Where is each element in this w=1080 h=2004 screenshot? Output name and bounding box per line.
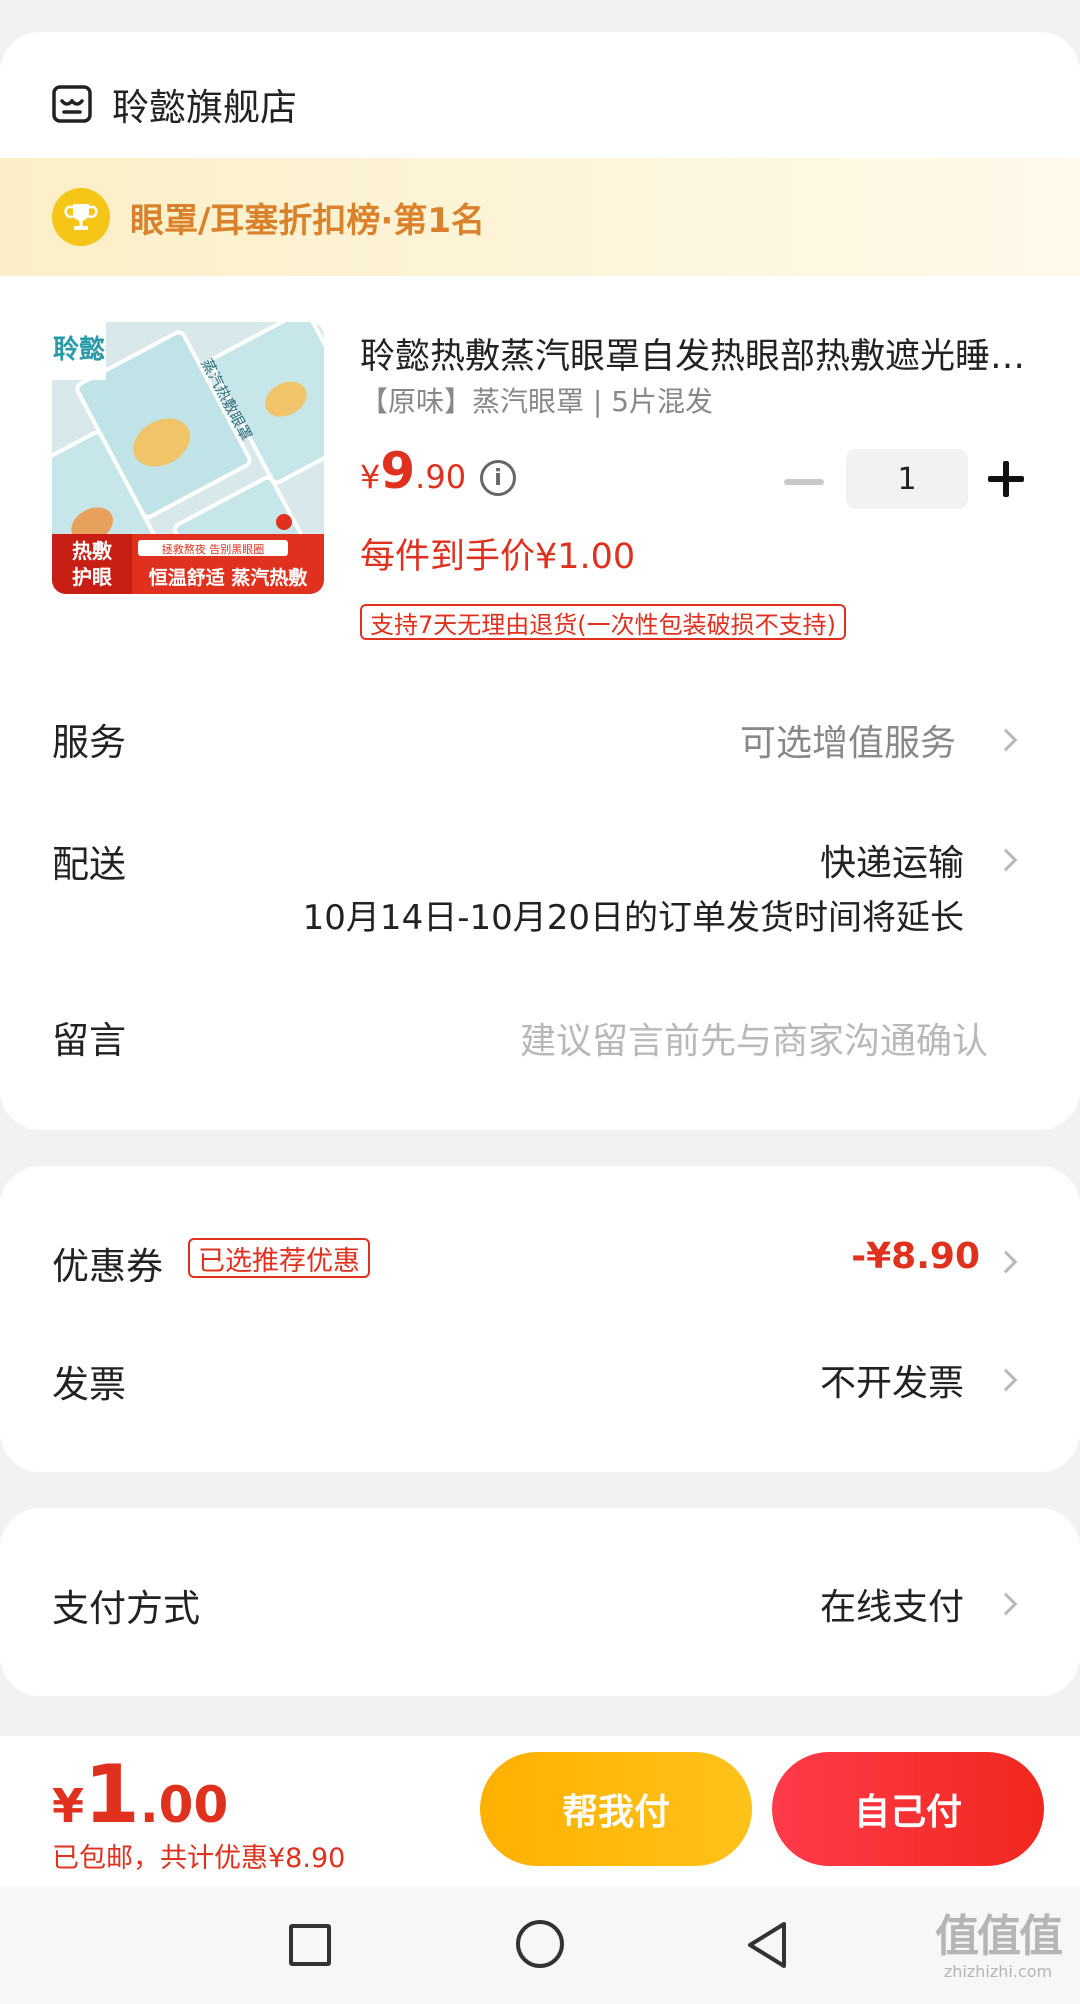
service-label: 服务	[52, 721, 126, 764]
rank-banner[interactable]: 眼罩/耳塞折扣榜·第1名	[0, 158, 1080, 276]
invoice-value[interactable]: 不开发票	[820, 1354, 964, 1406]
store-header[interactable]: 聆懿旗舰店	[52, 74, 297, 134]
chevron-right-icon[interactable]	[994, 1368, 1018, 1392]
help-pay-button[interactable]: 帮我付	[480, 1752, 752, 1866]
total-yen: ¥	[52, 1779, 85, 1833]
payment-value[interactable]: 在线支付	[820, 1578, 964, 1630]
net-price: 每件到手价¥1.00	[360, 537, 636, 577]
slogan-big: 恒温舒适 蒸汽热敷	[149, 566, 309, 589]
delivery-label: 配送	[52, 843, 126, 886]
checkout-bar: ¥ 1 .00 已包邮，共计优惠¥8.90 帮我付 自己付	[0, 1736, 1080, 1886]
self-pay-button[interactable]: 自己付	[772, 1752, 1044, 1866]
invoice-label: 发票	[52, 1363, 126, 1406]
chevron-right-icon[interactable]	[994, 848, 1018, 872]
watermark: 值值值 zhizhizhi.com	[928, 1900, 1068, 1981]
sku-text[interactable]: 【原味】蒸汽眼罩 | 5片混发	[360, 380, 713, 420]
system-nav-bar: 值值值 zhizhizhi.com	[0, 1886, 1080, 2004]
total-price: ¥ 1 .00	[52, 1748, 228, 1841]
order-card: 聆懿旗舰店 眼罩/耳塞折扣榜·第1名 聆懿 蒸汽热敷眼罩 热敷 护眼 拯救熬夜 …	[0, 32, 1080, 1130]
coupon-tag: 已选推荐优惠	[188, 1238, 370, 1278]
message-label: 留言	[52, 1019, 126, 1062]
brand-text: 聆懿	[53, 335, 105, 365]
nav-circle-icon[interactable]	[516, 1920, 564, 1968]
price-symbol: ¥	[360, 458, 381, 496]
plus-icon[interactable]	[986, 459, 1026, 499]
payment-card: 支付方式 在线支付	[0, 1508, 1080, 1696]
minus-icon[interactable]	[784, 479, 824, 485]
rank-text: 眼罩/耳塞折扣榜·第1名	[130, 200, 485, 241]
coupon-value[interactable]: -¥8.90	[851, 1236, 980, 1277]
store-icon	[52, 85, 92, 123]
price: ¥ 9 .90	[360, 442, 466, 500]
watermark-small: zhizhizhi.com	[943, 1962, 1053, 1981]
message-input[interactable]: 建议留言前先与商家沟通确认	[520, 1012, 988, 1064]
price-int: 9	[380, 442, 416, 500]
return-policy-tag: 支持7天无理由退货(一次性包装破损不支持)	[360, 604, 846, 640]
trophy-icon	[52, 188, 110, 246]
payment-label: 支付方式	[52, 1587, 200, 1630]
store-name: 聆懿旗舰店	[112, 86, 297, 129]
delivery-note: 10月14日-10月20日的订单发货时间将延长	[302, 898, 964, 938]
nav-square-icon[interactable]	[289, 1924, 331, 1966]
watermark-big: 值值值	[935, 1911, 1063, 1962]
badge-left-2: 护眼	[72, 565, 112, 589]
service-value[interactable]: 可选增值服务	[740, 714, 956, 766]
total-int: 1	[84, 1748, 140, 1841]
chevron-right-icon[interactable]	[994, 1250, 1018, 1274]
total-dec: .00	[139, 1776, 229, 1834]
info-icon[interactable]: i	[480, 460, 516, 496]
delivery-value[interactable]: 快递运输	[820, 834, 964, 886]
quantity-input[interactable]: 1	[846, 449, 968, 509]
product-title[interactable]: 聆懿热敷蒸汽眼罩自发热眼部热敷遮光睡眠眼罩	[360, 328, 1030, 379]
discount-card: 优惠券 已选推荐优惠 -¥8.90 发票 不开发票	[0, 1166, 1080, 1472]
coupon-label: 优惠券	[52, 1245, 163, 1288]
slogan-small: 拯救熬夜 告别黑眼圈	[162, 542, 265, 556]
chevron-right-icon[interactable]	[994, 1592, 1018, 1616]
total-note: 已包邮，共计优惠¥8.90	[52, 1843, 346, 1874]
price-dec: .90	[415, 458, 467, 496]
chevron-right-icon[interactable]	[994, 728, 1018, 752]
nav-back-icon[interactable]	[744, 1920, 790, 1970]
badge-left-1: 热敷	[72, 539, 113, 563]
product-image[interactable]: 聆懿 蒸汽热敷眼罩 热敷 护眼 拯救熬夜 告别黑眼圈 恒温舒适 蒸汽热敷	[52, 322, 324, 594]
